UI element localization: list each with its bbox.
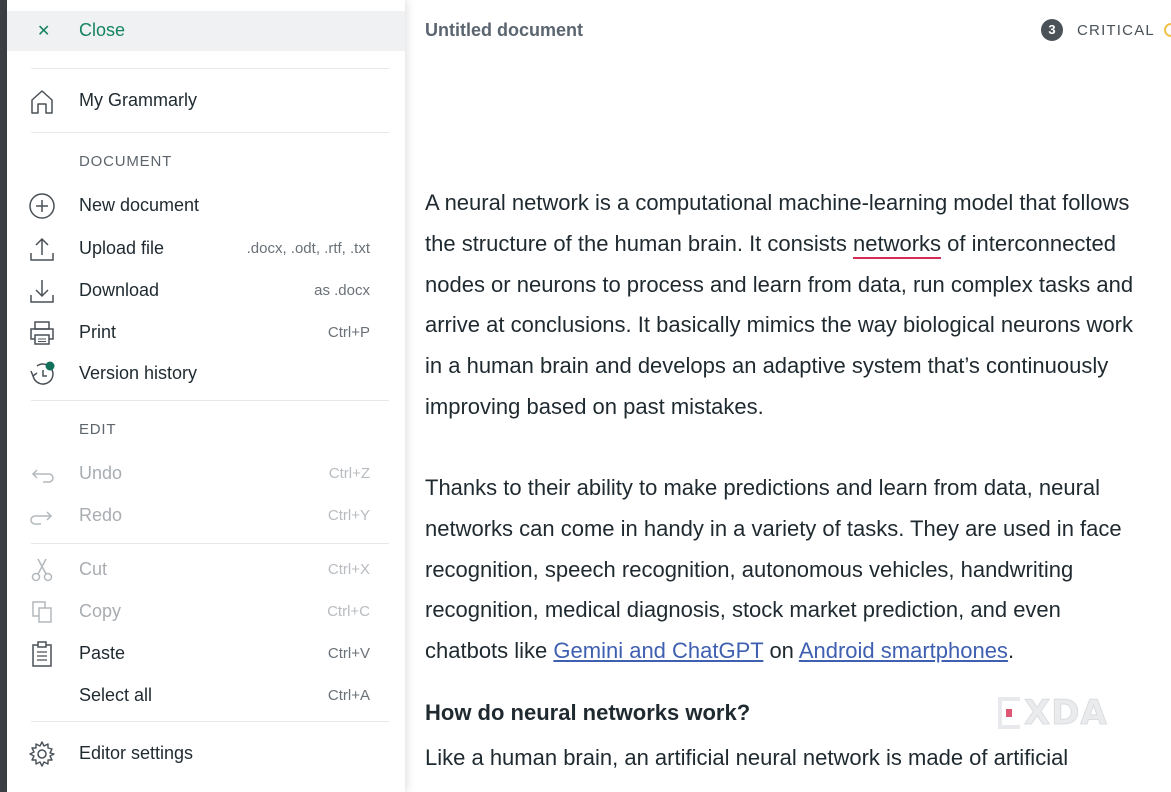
text-line: Thanks to their ability to make predicti… [425,475,1101,500]
copy-label: Copy [79,601,122,621]
paste-shortcut: Ctrl+V [327,645,370,662]
version-history-item[interactable]: Version history [7,357,405,391]
critical-count-badge: 3 [1041,19,1063,41]
close-label: Close [79,20,126,40]
new-document-item[interactable]: New document [7,189,405,223]
cut-label: Cut [79,559,108,579]
gemini-chatgpt-link[interactable]: Gemini and ChatGPT [553,638,763,663]
window-edge [0,0,7,792]
scissors-icon [27,555,57,585]
text-line: A neural network is a computational mach… [425,190,1130,215]
paste-label: Paste [79,643,126,663]
new-document-label: New document [79,195,200,215]
copy-item[interactable]: Copy Ctrl+C [7,595,405,629]
text-line: arrive at conclusions. It basically mimi… [425,312,1133,338]
download-label: Download [79,280,160,300]
grammar-error-highlight[interactable]: networks [853,230,942,259]
text-line: in a human brain and develops an adaptiv… [425,353,1109,379]
paragraph: Thanks to their ability to make predicti… [425,468,1122,672]
copy-icon [27,597,57,627]
critical-issues-indicator[interactable]: 3 CRITICAL [1041,19,1155,41]
upload-file-formats: .docx, .odt, .rtf, .txt [246,240,370,257]
cut-item[interactable]: Cut Ctrl+X [7,553,405,587]
android-smartphones-link[interactable]: Android smartphones [799,638,1008,663]
critical-label: CRITICAL [1077,21,1155,39]
text-span: . [1007,638,1015,664]
text-line: recognition, medical diagnosis, stock ma… [425,597,1061,623]
select-all-item[interactable]: Select all Ctrl+A [7,679,405,713]
watermark-text: XDA [1024,693,1108,734]
print-shortcut: Ctrl+P [327,324,370,341]
version-history-label: Version history [79,363,198,383]
redo-shortcut: Ctrl+Y [327,507,370,524]
editor-settings-item[interactable]: Editor settings [7,737,405,771]
paste-item[interactable]: Paste Ctrl+V [7,637,405,671]
download-format-hint: as .docx [314,282,370,299]
divider [31,68,389,69]
printer-icon [27,318,57,348]
divider [31,132,389,133]
undo-icon [27,459,57,489]
my-grammarly-label: My Grammarly [79,90,197,110]
upload-icon [27,234,57,264]
paragraph: A neural network is a computational mach… [425,183,1171,428]
text-line: improving based on past mistakes. [425,393,764,419]
select-all-label: Select all [79,685,153,705]
select-all-shortcut: Ctrl+A [327,687,370,704]
undo-item[interactable]: Undo Ctrl+Z [7,457,405,491]
text-line: networks can come in handy in a variety … [425,515,1122,541]
my-grammarly-link[interactable]: My Grammarly [7,84,405,118]
gear-icon [27,739,57,769]
download-item[interactable]: Download as .docx [7,274,405,308]
copy-shortcut: Ctrl+C [327,603,370,620]
close-icon: ✕ [37,23,51,40]
undo-label: Undo [79,463,123,483]
redo-item[interactable]: Redo Ctrl+Y [7,499,405,533]
text-span: chatbots like [425,638,554,664]
divider [31,543,389,544]
divider [31,721,389,722]
text-span: the structure of the human brain. It con… [425,230,853,256]
text-line: recognition, speech recognition, autonom… [425,556,1074,582]
section-heading-edit: EDIT [79,421,117,438]
history-icon [27,359,57,389]
redo-icon [27,501,57,531]
print-label: Print [79,322,117,342]
document-title[interactable]: Untitled document [425,20,583,41]
download-icon [27,276,57,306]
text-span: on [763,638,799,664]
print-item[interactable]: Print Ctrl+P [7,316,405,350]
section-heading-document: DOCUMENT [79,153,173,170]
text-span: of interconnected [941,230,1116,256]
performance-indicator-icon[interactable] [1164,23,1171,37]
text-line: the structure of the human brain. It con… [425,224,1171,265]
clipboard-icon [27,639,57,669]
xda-watermark-logo: XDA [998,693,1108,734]
redo-label: Redo [79,505,123,525]
section-heading: How do neural networks work? [425,700,751,725]
main-menu-panel: ✕ Close My Grammarly DOCUMENT New docume… [7,0,405,792]
close-menu-button[interactable]: ✕ Close [7,11,405,51]
upload-file-item[interactable]: Upload file .docx, .odt, .rtf, .txt [7,232,405,266]
home-icon [27,86,57,116]
text-line: Like a human brain, an artificial neural… [425,745,1069,770]
document-editor[interactable]: A neural network is a computational mach… [425,183,1171,770]
undo-shortcut: Ctrl+Z [328,465,370,482]
text-line: nodes or neurons to process and learn fr… [425,271,1134,297]
logo-bracket [998,697,1020,729]
cut-shortcut: Ctrl+X [327,561,370,578]
divider [31,400,389,401]
text-line: chatbots like Gemini and ChatGPT on Andr… [425,631,1122,672]
upload-file-label: Upload file [79,238,165,258]
plus-circle-icon [27,191,57,221]
editor-settings-label: Editor settings [79,743,194,763]
